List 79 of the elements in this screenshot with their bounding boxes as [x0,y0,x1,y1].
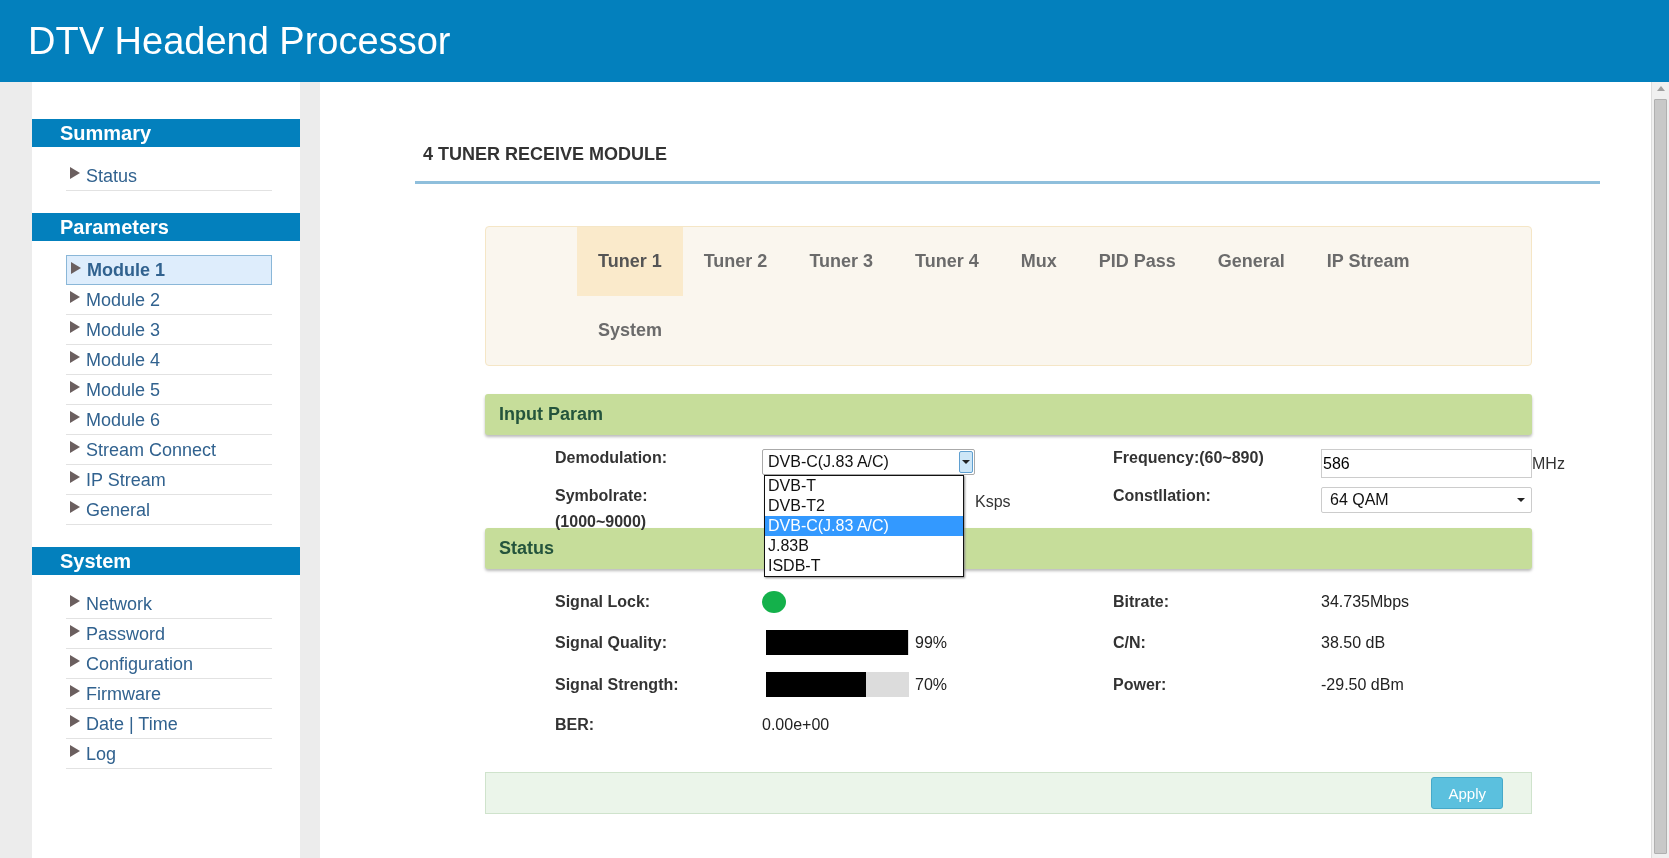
sidebar-item[interactable]: General [66,495,272,525]
field-value: -29.50 dBm [1321,674,1405,695]
meter-reading: 70% [915,675,948,694]
triangle-icon [70,625,80,637]
scroll-up-icon[interactable] [1656,86,1665,91]
sidebar-item[interactable]: Configuration [66,649,272,679]
field-value: 38.50 dB [1321,632,1387,653]
field-label: Demodulation: [555,449,668,467]
scroll-thumb[interactable] [1654,99,1667,854]
triangle-icon [70,381,80,393]
field-label: Bitrate: [1113,592,1170,612]
sidebar-item[interactable]: Network [66,589,272,619]
sidebar-item[interactable]: Firmware [66,679,272,709]
dropdown-option[interactable]: DVB-T2 [765,496,963,516]
unit-label: Ksps [975,492,1012,511]
tab[interactable]: Mux [999,227,1078,296]
field-value: 0.00e+00 [762,715,831,735]
triangle-icon [71,262,81,274]
triangle-icon [70,501,80,513]
sidebar-item[interactable]: Status [66,161,272,191]
caret-icon [1517,498,1525,502]
tab[interactable]: IP Stream [1305,227,1431,296]
sidebar-item[interactable]: Module 5 [66,375,272,405]
sidebar-item[interactable]: Module 6 [66,405,272,435]
field-label: Symbolrate: [555,487,649,505]
tab[interactable]: General [1196,227,1306,296]
caret-icon [962,460,970,464]
tab[interactable]: PID Pass [1077,227,1197,296]
sidebar-item[interactable]: Date | Time [66,709,272,739]
field-label: Signal Quality: [555,632,668,653]
input-field[interactable]: 586 [1321,449,1532,478]
page-title: 4 TUNER RECEIVE MODULE [415,144,1600,184]
range-label: (1000~9000) [555,513,648,531]
tab[interactable]: Tuner 1 [577,227,683,296]
tab[interactable]: Tuner 2 [682,227,789,296]
sidebar-item[interactable]: Module 2 [66,285,272,315]
dropdown-option[interactable]: J.83B [765,536,963,556]
meter-reading: 99% [915,633,948,652]
sidebar-section-header: Parameters [32,213,300,241]
triangle-icon [70,745,80,757]
triangle-icon [70,715,80,727]
select-field[interactable]: DVB-C(J.83 A/C) [762,449,975,475]
dropdown-option[interactable]: DVB-T [765,476,963,496]
tab[interactable]: Tuner 4 [894,227,1000,296]
field-label: Constllation: [1113,487,1212,505]
field-label: BER: [555,715,596,735]
sidebar-section-header: Summary [32,119,300,147]
field-label: Signal Strength: [555,674,680,695]
tab[interactable]: Tuner 3 [788,227,895,296]
scrollbar[interactable] [1651,82,1669,858]
triangle-icon [70,441,80,453]
triangle-icon [70,167,80,179]
sidebar-section-header: System [32,547,300,575]
triangle-icon [70,595,80,607]
field-value: 34.735Mbps [1321,592,1411,612]
select-field[interactable]: 64 QAM [1321,487,1532,513]
section-header: Input Param [485,394,1532,435]
triangle-icon [70,291,80,303]
sidebar-item[interactable]: Module 3 [66,315,272,345]
app-title: DTV Headend Processor [28,19,451,63]
sidebar-item[interactable]: Module 1 [66,255,272,285]
triangle-icon [70,655,80,667]
sidebar-item[interactable]: Password [66,619,272,649]
sidebar-item[interactable]: Module 4 [66,345,272,375]
triangle-icon [70,471,80,483]
field-label: C/N: [1113,632,1147,653]
sidebar-item[interactable]: Stream Connect [66,435,272,465]
triangle-icon [70,321,80,333]
tab[interactable]: System [577,296,684,365]
triangle-icon [70,351,80,363]
sidebar-item[interactable]: Log [66,739,272,769]
field-label: Power: [1113,674,1168,695]
sidebar-item[interactable]: IP Stream [66,465,272,495]
field-label: Signal Lock: [555,592,652,612]
dropdown-button[interactable] [959,451,973,473]
field-label: Frequency:(60~890) [1113,449,1265,467]
triangle-icon [70,685,80,697]
triangle-icon [70,411,80,423]
unit-label: MHz [1532,454,1566,473]
